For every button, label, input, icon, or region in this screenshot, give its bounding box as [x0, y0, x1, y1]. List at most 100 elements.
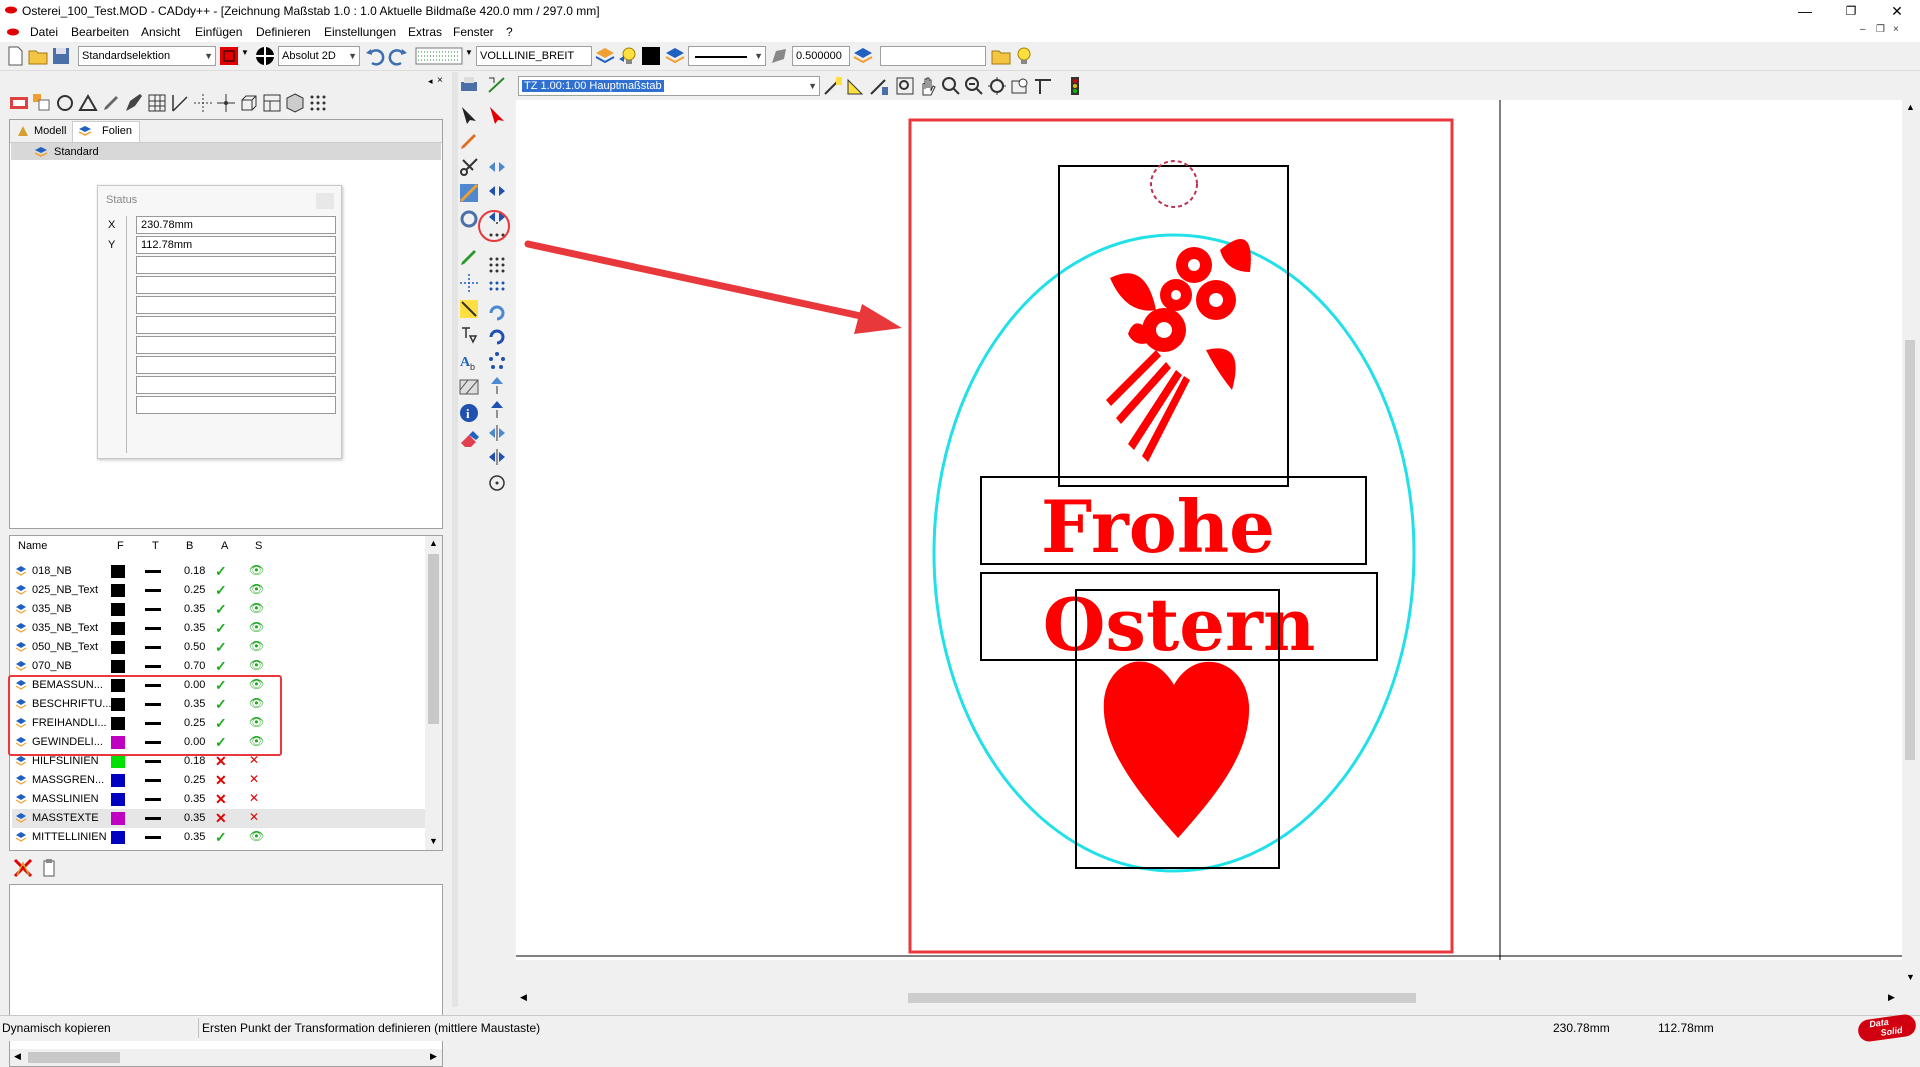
- scroll-left-icon[interactable]: ◀: [520, 992, 527, 1003]
- selection-mode-select[interactable]: Standardselektion ▼: [78, 46, 216, 66]
- green-pen-icon[interactable]: [458, 246, 480, 268]
- zoom-in-icon[interactable]: [940, 75, 962, 97]
- zoom-window-icon[interactable]: [894, 75, 916, 97]
- dimension-tool-icon[interactable]: [458, 298, 480, 320]
- layer-row[interactable]: MASSLINIEN 0.35 ✕ ✕: [12, 790, 425, 809]
- layer-color-swatch[interactable]: [111, 812, 125, 825]
- layer-row[interactable]: 025_NB_Text 0.25 ✓ 👁: [12, 581, 425, 600]
- layer-linetype[interactable]: [145, 646, 161, 649]
- hatch-tool-icon[interactable]: [458, 376, 480, 398]
- center-point-icon[interactable]: [486, 472, 508, 494]
- scale-select[interactable]: TZ 1.00:1.00 Hauptmaßstab ▼: [518, 76, 820, 96]
- chevron-down-icon[interactable]: ▼: [465, 48, 473, 57]
- open-folder-icon[interactable]: [27, 45, 49, 67]
- scroll-left-icon[interactable]: ◀: [14, 1051, 21, 1062]
- layer-width[interactable]: 0.25: [184, 584, 205, 596]
- minimize-button[interactable]: —: [1782, 0, 1828, 22]
- layer-visibility-toggle[interactable]: 👁: [249, 620, 264, 634]
- circle-array-icon[interactable]: [486, 350, 508, 372]
- layer-visibility-toggle[interactable]: 👁: [249, 601, 264, 615]
- save-icon[interactable]: [50, 45, 72, 67]
- coordinate-mode-select[interactable]: Absolut 2D ▼: [278, 46, 360, 66]
- layer-color-swatch[interactable]: [111, 755, 125, 768]
- menu-help[interactable]: ?: [506, 25, 513, 39]
- clipboard-icon[interactable]: [38, 857, 60, 879]
- layer-linetype[interactable]: [145, 665, 161, 668]
- triangle-ruler-icon[interactable]: [845, 75, 867, 97]
- layer-width[interactable]: 0.35: [184, 793, 205, 805]
- zoom-out-icon[interactable]: [963, 75, 985, 97]
- layer-row[interactable]: 035_NB 0.35 ✓ 👁: [12, 600, 425, 619]
- layer-color-swatch[interactable]: [111, 793, 125, 806]
- axis-icon[interactable]: [458, 272, 480, 294]
- move-copy-icon[interactable]: [486, 156, 508, 178]
- close-button[interactable]: ✕: [1874, 0, 1920, 22]
- undo-icon[interactable]: [364, 45, 386, 67]
- layer-active-toggle[interactable]: ✕: [215, 810, 227, 827]
- layer-visibility-toggle[interactable]: ✕: [249, 791, 259, 805]
- layer-color-swatch[interactable]: [111, 622, 125, 635]
- new-file-icon[interactable]: [4, 45, 26, 67]
- pan-hand-icon[interactable]: [917, 75, 939, 97]
- layer-width[interactable]: 0.18: [184, 755, 205, 767]
- layer-visibility-toggle[interactable]: 👁: [249, 639, 264, 653]
- layer-width[interactable]: 0.18: [184, 565, 205, 577]
- freehand-pencil-icon[interactable]: [458, 130, 480, 152]
- document-menu-icon[interactable]: [6, 27, 20, 37]
- mdi-restore-button[interactable]: ❐: [1876, 24, 1885, 35]
- layer-color-swatch[interactable]: [111, 565, 125, 578]
- layer-row[interactable]: MASSGREN... 0.25 ✕ ✕: [12, 771, 425, 790]
- menu-extras[interactable]: Extras: [408, 25, 442, 39]
- layer-visibility-toggle[interactable]: ✕: [249, 772, 259, 786]
- menu-einstellungen[interactable]: Einstellungen: [324, 25, 396, 39]
- restore-button[interactable]: ❐: [1828, 0, 1874, 22]
- layer-stack-icon[interactable]: [594, 45, 616, 67]
- linetype-field[interactable]: VOLLLINIE_BREIT: [476, 46, 592, 66]
- layer-row[interactable]: 070_NB 0.70 ✓ 👁: [12, 657, 425, 676]
- layer-row[interactable]: MITTELLINIEN 0.35 ✓ 👁: [12, 828, 425, 847]
- layer-row[interactable]: 018_NB 0.18 ✓ 👁: [12, 562, 425, 581]
- layer-visibility-toggle[interactable]: 👁: [249, 658, 264, 672]
- eraser-icon[interactable]: [458, 428, 480, 450]
- traffic-light-icon[interactable]: [1064, 75, 1086, 97]
- layer-row[interactable]: 050_NB_Text 0.50 ✓ 👁: [12, 638, 425, 657]
- layer-visibility-toggle[interactable]: 👁: [249, 563, 264, 577]
- layer-visibility-toggle[interactable]: 👁: [249, 829, 264, 843]
- hscroll-thumb[interactable]: [908, 993, 1416, 1003]
- scale-tool-icon[interactable]: [868, 75, 890, 97]
- measure-icon[interactable]: [486, 74, 508, 96]
- layer-color-swatch[interactable]: [111, 641, 125, 654]
- layer-width[interactable]: 0.35: [184, 812, 205, 824]
- info-icon[interactable]: i: [458, 402, 480, 424]
- extra-input[interactable]: [880, 46, 986, 66]
- layer-color-swatch[interactable]: [111, 603, 125, 616]
- mirror-icon[interactable]: [486, 422, 508, 444]
- text-format-icon[interactable]: [458, 324, 480, 346]
- layer-active-toggle[interactable]: ✓: [215, 582, 227, 599]
- layer-width[interactable]: 0.70: [184, 660, 205, 672]
- coordinate-target-icon[interactable]: [254, 45, 276, 67]
- color-black-icon[interactable]: [640, 45, 662, 67]
- line-width-field[interactable]: 0.500000: [792, 46, 850, 66]
- layer-width[interactable]: 0.35: [184, 831, 205, 843]
- vscrollbar[interactable]: ▲ ▼: [1902, 100, 1918, 990]
- scroll-right-icon[interactable]: ▶: [430, 1051, 437, 1062]
- scissors-icon[interactable]: [458, 156, 480, 178]
- redo-icon[interactable]: [387, 45, 409, 67]
- layer-color-swatch[interactable]: [111, 660, 125, 673]
- menu-ansicht[interactable]: Ansicht: [141, 25, 180, 39]
- zoom-previous-icon[interactable]: [1009, 75, 1031, 97]
- mirror-up-icon[interactable]: [486, 374, 508, 396]
- rotate-icon[interactable]: [458, 208, 480, 230]
- layer-active-toggle[interactable]: ✕: [215, 791, 227, 808]
- layer-row[interactable]: MASSTEXTE 0.35 ✕ ✕: [12, 809, 425, 828]
- layer-active-toggle[interactable]: ✓: [215, 563, 227, 580]
- layer-active-toggle[interactable]: ✓: [215, 620, 227, 637]
- layer-width[interactable]: 0.25: [184, 774, 205, 786]
- layer-linetype[interactable]: [145, 836, 161, 839]
- red-arrow-icon[interactable]: [486, 104, 508, 126]
- zoom-all-icon[interactable]: [986, 75, 1008, 97]
- hscroll-thumb[interactable]: [28, 1052, 120, 1063]
- redraw-icon[interactable]: [1032, 75, 1054, 97]
- scroll-up-icon[interactable]: ▲: [1906, 102, 1915, 112]
